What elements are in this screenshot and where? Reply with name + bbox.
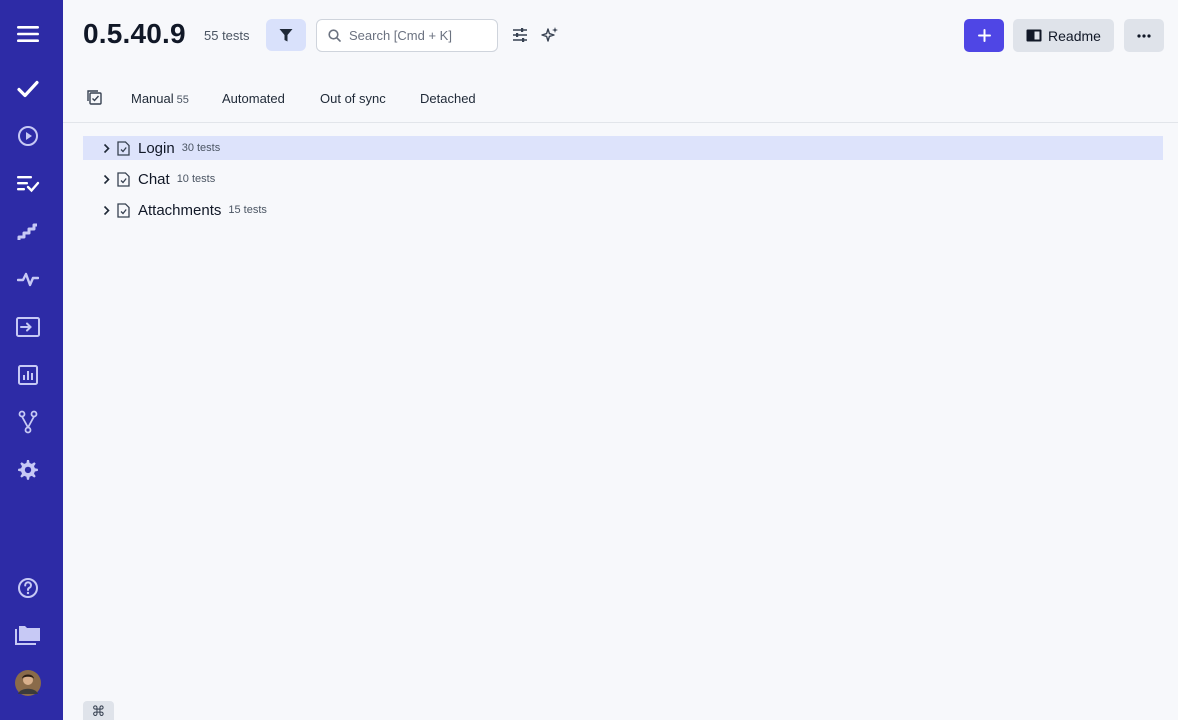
- import-icon[interactable]: [14, 313, 42, 341]
- tab-out-of-sync[interactable]: Out of sync: [320, 91, 386, 106]
- suite-name: Login: [138, 139, 175, 157]
- menu-icon[interactable]: [14, 20, 42, 48]
- more-options-button[interactable]: [1124, 19, 1164, 52]
- ai-sparkle-button[interactable]: [539, 24, 561, 46]
- suite-count: 30 tests: [181, 142, 221, 154]
- help-icon[interactable]: [14, 574, 42, 602]
- tab-manual[interactable]: Manual 55: [131, 91, 189, 106]
- search-input[interactable]: [349, 28, 489, 43]
- file-check-icon: [117, 171, 130, 187]
- suite-count: 10 tests: [176, 173, 216, 185]
- tab-label: Automated: [222, 91, 285, 106]
- tree-row[interactable]: Attachments 15 tests: [83, 198, 1163, 222]
- more-icon: [1137, 33, 1151, 38]
- play-circle-icon[interactable]: [14, 122, 42, 150]
- tab-automated[interactable]: Automated: [222, 91, 285, 106]
- tab-detached[interactable]: Detached: [420, 91, 476, 106]
- tree-row[interactable]: Chat 10 tests: [83, 167, 1163, 191]
- gear-icon[interactable]: [14, 456, 42, 484]
- tab-label: Detached: [420, 91, 476, 106]
- tab-label: Out of sync: [320, 91, 386, 106]
- chevron-right-icon[interactable]: [99, 174, 113, 185]
- folders-icon[interactable]: [14, 621, 42, 649]
- suite-tree: Login 30 tests Chat 10 tests Attachments…: [83, 136, 1163, 229]
- chevron-right-icon[interactable]: [99, 205, 113, 216]
- bar-chart-icon[interactable]: [14, 361, 42, 389]
- checklist-icon: [87, 90, 102, 105]
- file-check-icon: [117, 140, 130, 156]
- page-title: 0.5.40.9: [83, 18, 186, 49]
- file-check-icon: [117, 202, 130, 218]
- branch-icon[interactable]: [14, 408, 42, 436]
- stairs-icon[interactable]: [14, 218, 42, 246]
- tab-bar: Manual 55 Automated Out of sync Detached: [63, 72, 1178, 123]
- sliders-icon: [513, 28, 527, 42]
- tree-row[interactable]: Login 30 tests: [83, 136, 1163, 160]
- suite-name: Attachments: [138, 201, 222, 219]
- suite-name: Chat: [138, 170, 170, 188]
- add-button[interactable]: [964, 19, 1004, 52]
- book-icon: [1026, 29, 1042, 42]
- plus-icon: [977, 29, 991, 42]
- avatar[interactable]: [14, 669, 42, 697]
- search-box[interactable]: [316, 19, 498, 52]
- check-icon[interactable]: [14, 75, 42, 103]
- list-check-icon[interactable]: [14, 169, 42, 197]
- filter-button[interactable]: [266, 19, 306, 51]
- test-count: 55 tests: [204, 28, 250, 43]
- tab-badge: 55: [176, 94, 189, 106]
- sliders-button[interactable]: [509, 24, 531, 46]
- sidebar: [0, 0, 63, 720]
- pulse-icon[interactable]: [14, 265, 42, 293]
- search-icon: [328, 29, 341, 42]
- readme-button[interactable]: Readme: [1013, 19, 1114, 52]
- readme-label: Readme: [1048, 27, 1101, 44]
- command-shortcut-key[interactable]: ⌘: [83, 701, 114, 720]
- filter-icon: [279, 28, 293, 41]
- chevron-right-icon[interactable]: [99, 143, 113, 154]
- tab-label: Manual: [131, 91, 174, 106]
- page-header: 0.5.40.9 55 tests Readme: [63, 0, 1178, 72]
- suite-count: 15 tests: [228, 204, 267, 216]
- multi-select-button[interactable]: [87, 90, 103, 111]
- sparkle-icon: [541, 27, 558, 42]
